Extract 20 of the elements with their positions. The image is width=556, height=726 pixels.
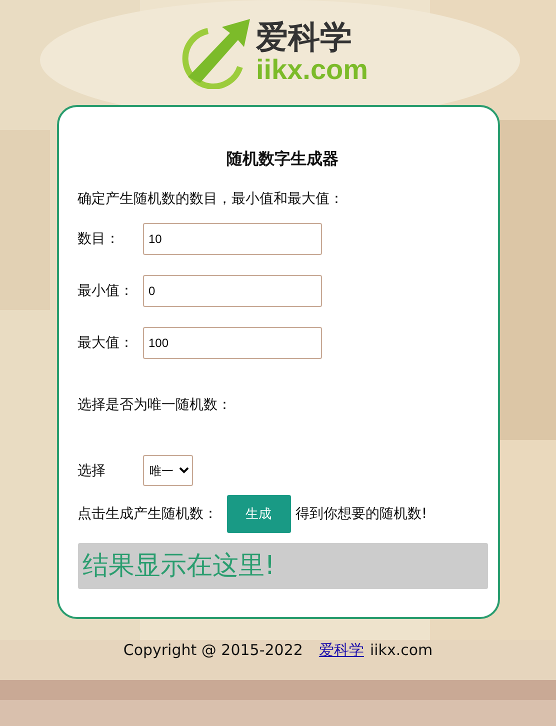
instruction-text: 选择是否为唯一随机数： (78, 396, 232, 415)
hint-text: 得到你想要的随机数! (296, 505, 428, 523)
input-field[interactable]: 10 (142, 223, 322, 255)
site-domain: iikx.com (370, 641, 433, 659)
result-display: 结果显示在这里! (78, 543, 488, 589)
field-label: 数目： (78, 230, 120, 248)
field-label: 最大值： (78, 334, 134, 352)
instruction-text: 确定产生随机数的数目，最小值和最大值： (78, 190, 344, 209)
logo-domain: iikx.com (256, 55, 368, 85)
input-field[interactable]: 100 (142, 327, 322, 359)
field-label: 最小值： (78, 282, 134, 300)
field-label: 选择 (78, 462, 106, 480)
form-title: 随机数字生成器 (226, 149, 340, 169)
site-link[interactable]: 爱科学 (318, 641, 364, 660)
logo-title: 爱科学 (256, 19, 353, 55)
instruction-text: 点击生成产生随机数： (78, 505, 218, 523)
dropdown[interactable]: 唯一 (142, 455, 192, 486)
generate-button[interactable]: 生成 (226, 495, 290, 533)
input-field[interactable]: 0 (142, 275, 322, 307)
copyright-text: Copyright @ 2015-2022 (123, 641, 303, 659)
